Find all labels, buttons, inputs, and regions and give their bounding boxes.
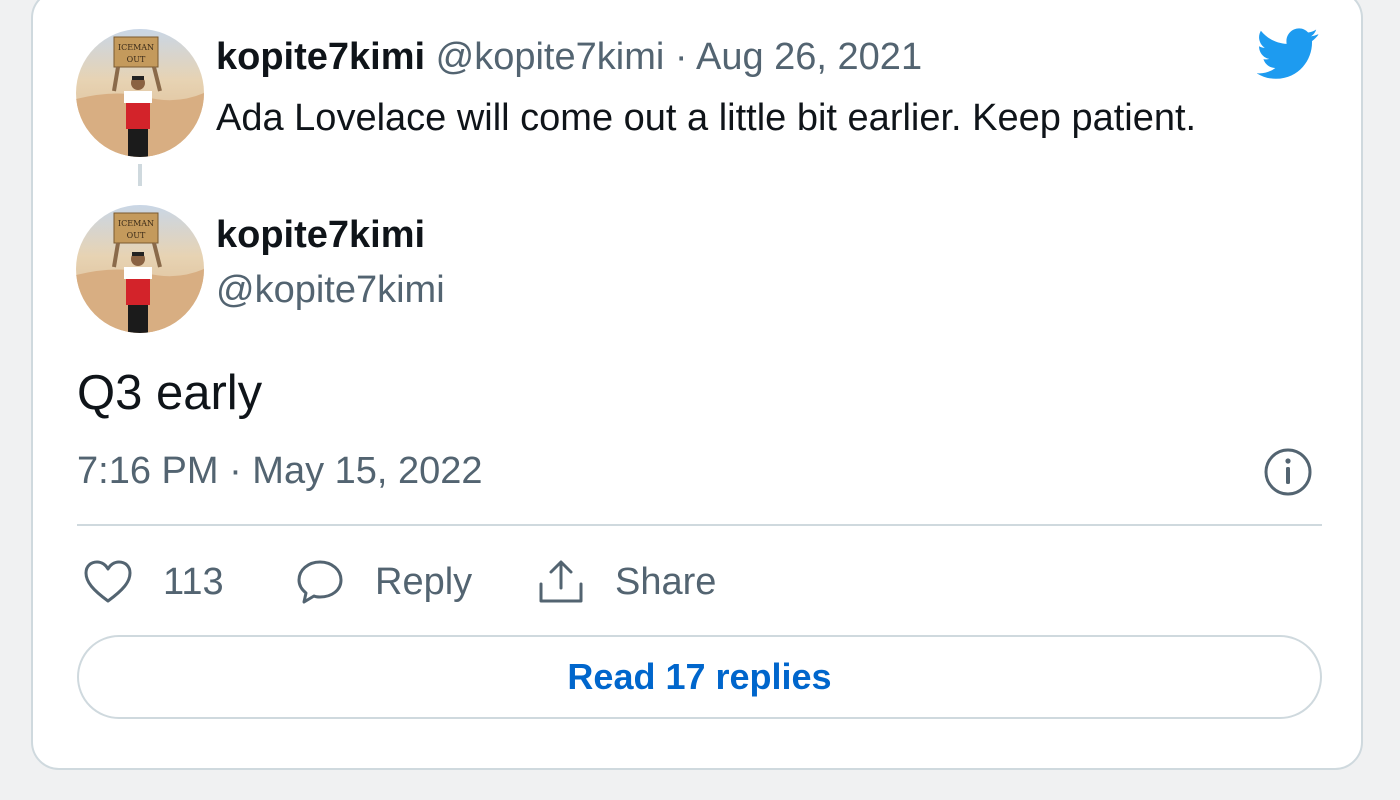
- svg-text:OUT: OUT: [127, 231, 146, 240]
- tweet-embed-card: ICEMAN OUT kopite7kimi @kopite7kimi · Au…: [31, 0, 1363, 770]
- speech-bubble-icon: [297, 560, 343, 604]
- like-count: 113: [163, 560, 224, 603]
- share-button[interactable]: Share: [537, 554, 716, 610]
- parent-tweet-header: kopite7kimi @kopite7kimi · Aug 26, 2021: [216, 32, 922, 82]
- twitter-bird-icon[interactable]: [1256, 28, 1319, 85]
- reply-label: Reply: [375, 560, 473, 603]
- like-button[interactable]: 113: [83, 554, 224, 610]
- share-upload-icon: [539, 560, 583, 603]
- reply-button[interactable]: Reply: [295, 554, 472, 610]
- parent-avatar[interactable]: ICEMAN OUT: [76, 29, 204, 157]
- parent-author-handle[interactable]: @kopite7kimi: [436, 36, 665, 78]
- share-label: Share: [615, 560, 717, 603]
- parent-tweet-date[interactable]: Aug 26, 2021: [696, 36, 922, 78]
- svg-text:ICEMAN: ICEMAN: [118, 219, 154, 228]
- read-replies-button[interactable]: Read 17 replies: [77, 635, 1322, 719]
- author-handle[interactable]: @kopite7kimi: [216, 265, 445, 315]
- svg-text:ICEMAN: ICEMAN: [118, 43, 154, 52]
- divider: [77, 524, 1322, 526]
- heart-icon: [84, 560, 132, 603]
- author-name[interactable]: kopite7kimi: [216, 210, 425, 260]
- tweet-timestamp[interactable]: 7:16 PM · May 15, 2022: [77, 446, 483, 496]
- author-avatar[interactable]: ICEMAN OUT: [76, 205, 204, 333]
- parent-tweet-text: Ada Lovelace will come out a little bit …: [216, 97, 1197, 139]
- tweet-text: Q3 early: [77, 366, 263, 420]
- svg-text:OUT: OUT: [127, 55, 146, 64]
- parent-author-name[interactable]: kopite7kimi: [216, 36, 425, 78]
- thread-connector-line: [138, 164, 142, 186]
- info-icon[interactable]: [1263, 447, 1313, 502]
- header-separator: ·: [674, 36, 688, 78]
